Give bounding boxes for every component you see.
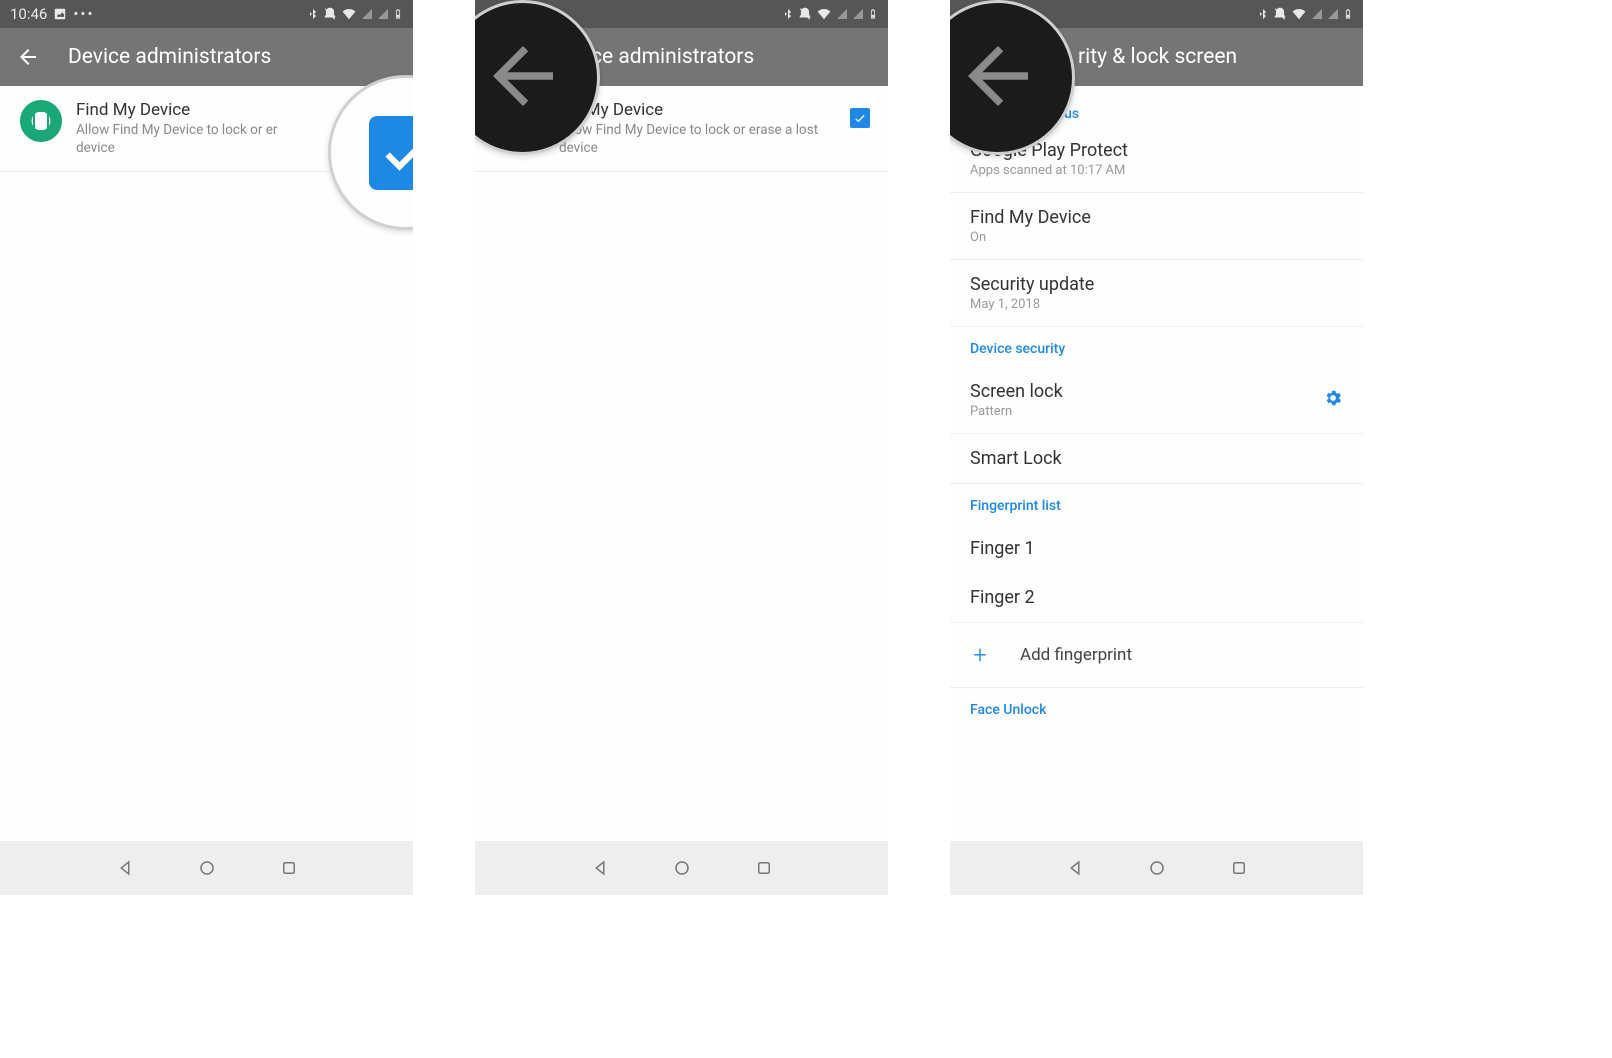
screenshot-3: rity & lock screen status Google Play Pr… bbox=[950, 0, 1363, 895]
add-fingerprint-row[interactable]: + Add fingerprint bbox=[950, 623, 1363, 688]
arrow-left-icon bbox=[16, 45, 40, 69]
row-subtitle: Allow Find My Device to lock or erase a … bbox=[559, 122, 836, 157]
nav-home[interactable] bbox=[196, 857, 218, 879]
wifi-icon bbox=[1291, 7, 1307, 21]
finger-1-row[interactable]: Finger 1 bbox=[950, 524, 1363, 573]
screenshot-1: 10:46 ••• Device administrators Find M bbox=[0, 0, 413, 895]
nav-back[interactable] bbox=[114, 857, 136, 879]
arrow-left-icon bbox=[478, 31, 568, 121]
bluetooth-icon bbox=[1257, 7, 1269, 21]
row-title: Find My Device bbox=[970, 207, 1343, 228]
image-icon bbox=[53, 7, 67, 21]
nav-recent[interactable] bbox=[753, 857, 775, 879]
nav-back[interactable] bbox=[589, 857, 611, 879]
nav-bar bbox=[950, 841, 1363, 895]
check-icon bbox=[853, 111, 867, 125]
triangle-back-icon bbox=[116, 859, 134, 877]
gear-icon[interactable] bbox=[1323, 388, 1343, 412]
nav-home[interactable] bbox=[671, 857, 693, 879]
checkbox-zoom bbox=[369, 116, 414, 190]
arrow-zoom bbox=[953, 31, 1043, 125]
nav-back[interactable] bbox=[1064, 857, 1086, 879]
row-title: Find My Device bbox=[76, 100, 361, 120]
row-subtitle: May 1, 2018 bbox=[970, 297, 1343, 312]
arrow-zoom bbox=[478, 31, 568, 125]
battery-icon bbox=[868, 7, 878, 21]
wifi-icon bbox=[816, 7, 832, 21]
bluetooth-icon bbox=[307, 7, 319, 21]
finger-2-row[interactable]: Finger 2 bbox=[950, 573, 1363, 623]
appbar-title: ce administrators bbox=[591, 45, 754, 69]
status-bar: 10:46 ••• bbox=[0, 0, 413, 28]
battery-icon bbox=[1343, 7, 1353, 21]
status-right-icons bbox=[782, 7, 878, 21]
row-title: Find My Device bbox=[559, 100, 836, 120]
more-icon: ••• bbox=[73, 5, 94, 23]
square-recent-icon bbox=[280, 859, 298, 877]
wifi-icon bbox=[341, 7, 357, 21]
nav-recent[interactable] bbox=[1228, 857, 1250, 879]
row-title: Finger 1 bbox=[970, 538, 1343, 559]
section-header-device-security: Device security bbox=[950, 327, 1363, 367]
row-subtitle: Pattern bbox=[970, 404, 1323, 419]
row-subtitle: On bbox=[970, 230, 1343, 245]
nav-home[interactable] bbox=[1146, 857, 1168, 879]
section-header-fingerprint: Fingerprint list bbox=[950, 484, 1363, 524]
signal-icon bbox=[1311, 7, 1323, 21]
plus-icon: + bbox=[970, 641, 990, 669]
nav-recent[interactable] bbox=[278, 857, 300, 879]
signal-icon bbox=[836, 7, 848, 21]
enable-checkbox[interactable] bbox=[850, 108, 870, 128]
status-right-icons bbox=[307, 7, 403, 21]
nav-bar bbox=[475, 841, 888, 895]
mute-icon bbox=[798, 7, 812, 21]
check-icon bbox=[380, 127, 414, 179]
mute-icon bbox=[1273, 7, 1287, 21]
row-title: Finger 2 bbox=[970, 587, 1343, 608]
arrow-left-icon bbox=[953, 31, 1043, 121]
row-subtitle: Allow Find My Device to lock or er devic… bbox=[76, 122, 361, 157]
screenshot-2: ce administrators Find My Device Allow F… bbox=[475, 0, 888, 895]
security-update-row[interactable]: Security update May 1, 2018 bbox=[950, 260, 1363, 327]
add-label: Add fingerprint bbox=[1020, 645, 1132, 665]
row-subtitle: Apps scanned at 10:17 AM bbox=[970, 163, 1343, 178]
screen-lock-row[interactable]: Screen lock Pattern bbox=[950, 367, 1363, 434]
battery-icon bbox=[393, 7, 403, 21]
signal-icon-2 bbox=[852, 7, 864, 21]
bluetooth-icon bbox=[782, 7, 794, 21]
status-time: 10:46 bbox=[10, 5, 47, 23]
section-header-face-unlock: Face Unlock bbox=[950, 688, 1363, 728]
row-title: Smart Lock bbox=[970, 448, 1343, 469]
row-title: Security update bbox=[970, 274, 1343, 295]
appbar-title: rity & lock screen bbox=[1078, 45, 1237, 69]
signal-icon bbox=[361, 7, 373, 21]
nav-bar bbox=[0, 841, 413, 895]
status-right-icons bbox=[1257, 7, 1353, 21]
signal-icon-2 bbox=[1327, 7, 1339, 21]
find-my-device-row[interactable]: Find My Device On bbox=[950, 193, 1363, 260]
smart-lock-row[interactable]: Smart Lock bbox=[950, 434, 1363, 484]
content-area: Find My Device Allow Find My Device to l… bbox=[475, 86, 888, 841]
app-bar: Device administrators bbox=[0, 28, 413, 86]
appbar-title: Device administrators bbox=[68, 45, 271, 69]
content-area: status Google Play Protect Apps scanned … bbox=[950, 86, 1363, 841]
mute-icon bbox=[323, 7, 337, 21]
signal-icon-2 bbox=[377, 7, 389, 21]
row-title: Screen lock bbox=[970, 381, 1323, 402]
back-button[interactable] bbox=[16, 45, 40, 69]
circle-home-icon bbox=[198, 859, 216, 877]
find-my-device-icon bbox=[20, 100, 62, 142]
